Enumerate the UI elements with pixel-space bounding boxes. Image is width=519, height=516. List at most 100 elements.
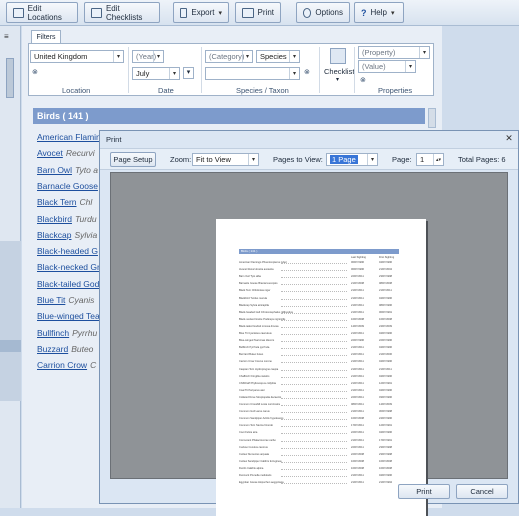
print-button[interactable]: Print <box>398 484 450 499</box>
bird-common-name[interactable]: Black-tailed God <box>37 279 99 289</box>
collapse-icon[interactable]: ≡ <box>4 32 9 41</box>
checklist-button[interactable]: Checklist <box>324 67 354 76</box>
clear-filter-icon[interactable]: ⊗ <box>360 76 370 85</box>
chevron-down-icon: ▾ <box>336 77 340 83</box>
list-item[interactable]: Avocet Recurvi <box>37 148 95 158</box>
list-item[interactable]: Black-tailed God <box>37 279 102 289</box>
bird-common-name[interactable]: Blackbird <box>37 214 72 224</box>
list-item[interactable]: Carrion Crow C <box>37 360 96 370</box>
properties-group-label: Properties <box>378 86 413 95</box>
preview-first-sighting: 03/07/1996 <box>379 395 392 399</box>
clear-filter-icon[interactable]: ⊗ <box>32 68 42 77</box>
scrollbar[interactable] <box>428 108 436 128</box>
taxon-input[interactable]: ▾ <box>205 67 300 80</box>
preview-first-sighting: 17/07/1991 <box>379 438 392 442</box>
location-select[interactable]: United Kingdom ▾ <box>30 50 124 63</box>
list-item[interactable]: Blackbird Turdu <box>37 214 97 224</box>
side-selected-row[interactable] <box>0 340 21 352</box>
leader-dots <box>281 277 347 279</box>
bird-common-name[interactable]: American Flamin <box>37 132 101 142</box>
year-select[interactable]: (Year) ▾ <box>132 50 164 63</box>
leader-dots <box>281 341 347 343</box>
leader-dots <box>281 305 347 307</box>
preview-first-sighting: 04/07/1996 <box>379 332 392 335</box>
pages-to-view-select[interactable]: 1 Page ▾ <box>326 153 378 166</box>
month-select[interactable]: July ▾ <box>132 67 180 80</box>
cancel-button[interactable]: Cancel <box>456 484 508 499</box>
dialog-title: Print <box>106 134 122 144</box>
preview-last-sighting: 21/07/2011 <box>351 303 364 307</box>
export-button[interactable]: Export ▾ <box>173 2 229 23</box>
bird-common-name[interactable]: Buzzard <box>37 344 68 354</box>
close-icon[interactable]: ✕ <box>504 133 514 143</box>
print-dialog: Print ✕ Page Setup Zoom: Fit to View ▾ P… <box>99 130 519 516</box>
bird-common-name[interactable]: Blue-winged Tea <box>37 311 100 321</box>
print-toolbar-label: Print <box>257 8 274 17</box>
preview-first-sighting: 23/07/1998 <box>379 275 392 279</box>
list-item[interactable]: American Flamin <box>37 132 104 142</box>
list-item[interactable]: Barnacle Goose <box>37 181 101 191</box>
bird-common-name[interactable]: Avocet <box>37 148 63 158</box>
pages-to-view-value: 1 Page <box>330 155 358 164</box>
help-button[interactable]: ? Help ▾ <box>354 2 404 23</box>
property-select[interactable]: (Property) ▾ <box>358 46 430 59</box>
preview-first-sighting: 04/07/1996 <box>379 474 392 477</box>
calendar-icon[interactable]: ▾ <box>183 67 194 79</box>
preview-last-sighting: 06/07/1996 <box>351 268 364 272</box>
preview-row: Blackbird Turdus merula 21/07/2011 04/07/1… <box>239 297 399 301</box>
list-item[interactable]: Black-headed G <box>37 246 101 256</box>
checklist-icon[interactable] <box>330 48 346 64</box>
preview-first-sighting: 04/07/1996 <box>379 431 392 435</box>
preview-column-headers: Last Sighting First Sighting <box>239 256 399 260</box>
list-item[interactable]: Buzzard Buteo <box>37 344 93 354</box>
list-item[interactable]: Blackcap Sylvia <box>37 230 97 240</box>
preview-species: Avocet Recurvirostra avosetta <box>239 268 274 272</box>
clear-filter-icon[interactable]: ⊗ <box>304 68 314 77</box>
leader-dots <box>281 334 347 335</box>
edit-checklists-button[interactable]: Edit Checklists <box>84 2 160 23</box>
preview-first-sighting: 04/07/1996 <box>379 360 392 364</box>
leader-dots <box>281 362 347 364</box>
list-item[interactable]: Blue Tit Cyanis <box>37 295 94 305</box>
edit-locations-button[interactable]: Edit Locations <box>6 2 78 23</box>
bird-common-name[interactable]: Barnacle Goose <box>37 181 98 191</box>
options-button[interactable]: Options <box>296 2 350 23</box>
preview-last-sighting: 21/07/2011 <box>351 381 364 385</box>
preview-species: Carrion Crow Corvus corone <box>239 360 272 364</box>
bird-scientific-name: Sylvia <box>74 229 98 240</box>
spinner-icon[interactable]: ▴▾ <box>433 154 443 165</box>
bird-common-name[interactable]: Blue Tit <box>37 295 65 305</box>
category-select[interactable]: (Category) ▾ <box>205 50 253 63</box>
species-select[interactable]: Species ▾ <box>256 50 300 63</box>
list-item[interactable]: Blue-winged Tea <box>37 311 103 321</box>
tab-filters[interactable]: Filters <box>31 30 61 44</box>
list-item[interactable]: Barn Owl Tyto a <box>37 165 98 175</box>
list-item[interactable]: Bullfinch Pyrrhu <box>37 328 97 338</box>
bird-common-name[interactable]: Black Tern <box>37 197 77 207</box>
preview-row: Black-necked Grebe Podiceps nigricollis 1… <box>239 318 399 322</box>
bird-common-name[interactable]: Blackcap <box>37 230 72 240</box>
preview-last-sighting: 22/07/1996 <box>351 339 364 343</box>
bird-common-name[interactable]: Black-necked Gr <box>37 262 100 272</box>
page-setup-button[interactable]: Page Setup <box>110 152 156 167</box>
species-taxon-group-label: Species / Taxon <box>236 86 289 95</box>
birds-header: Birds ( 141 ) <box>33 108 425 124</box>
scrollbar-thumb[interactable] <box>6 58 14 98</box>
zoom-select[interactable]: Fit to View ▾ <box>192 153 259 166</box>
list-item[interactable]: Black Tern Chl <box>37 197 92 207</box>
preview-first-sighting: 21/07/2006 <box>379 353 392 357</box>
page-stepper[interactable]: 1 ▴▾ <box>416 153 444 166</box>
preview-last-sighting: 22/07/2011 <box>351 431 364 435</box>
bird-common-name[interactable]: Carrion Crow <box>37 360 87 370</box>
print-preview-area[interactable]: Birds ( 141 ) Last Sighting First Sighti… <box>110 172 508 516</box>
print-toolbar-button[interactable]: Print <box>235 2 281 23</box>
leader-dots <box>281 412 347 414</box>
leader-dots <box>281 390 347 392</box>
bird-common-name[interactable]: Barn Owl <box>37 165 72 175</box>
preview-species: Common Sandpiper Actitis hypoleucos <box>239 417 284 421</box>
value-select[interactable]: (Value) ▾ <box>358 60 416 73</box>
bird-common-name[interactable]: Bullfinch <box>37 328 69 338</box>
list-item[interactable]: Black-necked Gr <box>37 262 103 272</box>
bird-common-name[interactable]: Black-headed G <box>37 246 98 256</box>
leader-dots <box>281 483 347 485</box>
